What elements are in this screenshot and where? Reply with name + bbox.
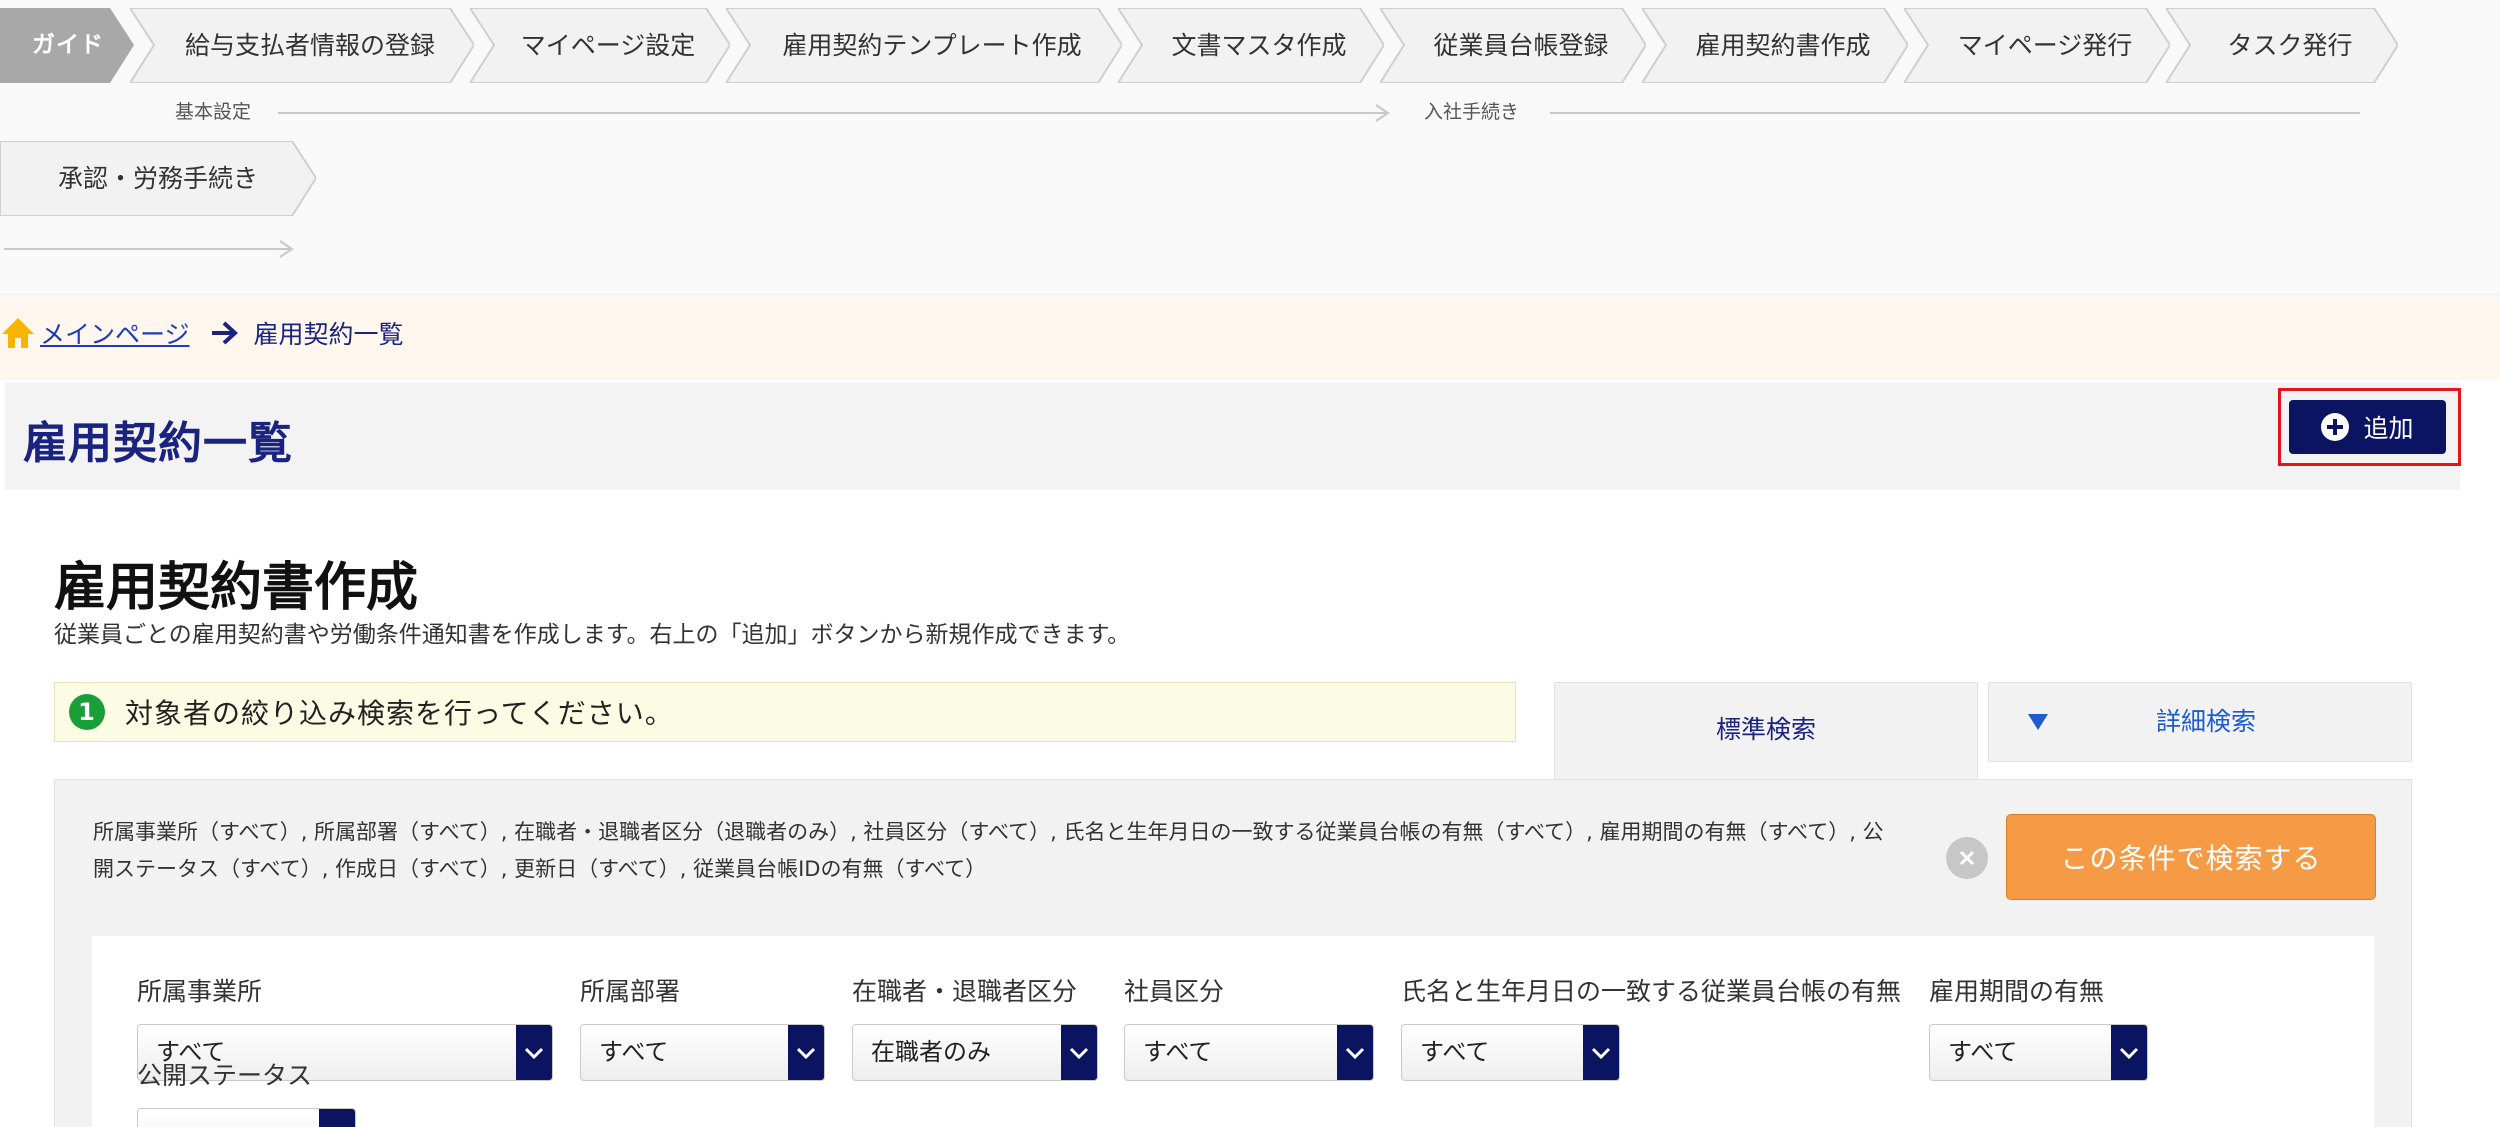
guide-step-contract-template[interactable]: 雇用契約テンプレート作成 [726, 8, 1122, 83]
filter-label: 在職者・退職者区分 [852, 977, 1078, 1006]
filter-label: 氏名と生年月日の一致する従業員台帳の有無 [1401, 977, 1902, 1006]
guide-badge: ガイド [0, 8, 134, 83]
guide-step-label: マイページ設定 [520, 31, 696, 60]
guide-step-label: 従業員台帳登録 [1433, 31, 1609, 60]
tab-detail-label: 詳細検索 [2155, 707, 2256, 736]
home-icon[interactable] [0, 316, 36, 350]
filter-label: 所属部署 [580, 977, 681, 1006]
phase-line [278, 112, 1386, 114]
filter-label: 社員区分 [1124, 977, 1225, 1006]
section-description: 従業員ごとの雇用契約書や労働条件通知書を作成します。右上の「追加」ボタンから新規… [54, 622, 1131, 648]
chevron-down-icon [788, 1025, 824, 1080]
phase-arrow-icon [1375, 104, 1390, 122]
guide-step-label: マイページ発行 [1957, 31, 2133, 60]
filter-label: 雇用期間の有無 [1929, 977, 2105, 1006]
add-button-label: 追加 [2363, 414, 2414, 443]
select-value: すべて [1948, 1038, 2018, 1066]
chevron-down-icon [516, 1025, 552, 1080]
guide-step-label: タスク発行 [2227, 31, 2353, 60]
filter-label: 公開ステータス [137, 1061, 313, 1090]
department-select[interactable]: すべて [580, 1024, 825, 1081]
guide-steps-row-1: ガイド 給与支払者情報の登録 マイページ設定 雇用契約テンプレート作成 文書マス… [0, 8, 2398, 83]
breadcrumb-home-link[interactable]: メインページ [40, 315, 190, 351]
phase-arrow-icon [279, 240, 294, 258]
page-header: 雇用契約一覧 [5, 383, 2460, 490]
tab-detail-search[interactable]: 詳細検索 [1988, 682, 2412, 762]
arrow-right-icon [211, 321, 238, 344]
breadcrumb-area: メインページ 雇用契約一覧 [0, 295, 2500, 380]
guide-step-payer-registration[interactable]: 給与支払者情報の登録 [130, 8, 474, 83]
select-value: すべて [1420, 1038, 1490, 1066]
guide-step-label: 給与支払者情報の登録 [184, 31, 435, 60]
add-button[interactable]: 追加 [2289, 400, 2446, 454]
guide-step-label: 雇用契約テンプレート作成 [782, 31, 1082, 60]
search-hint: 1 対象者の絞り込み検索を行ってください。 [54, 682, 1516, 742]
search-panel: 所属事業所（すべて）, 所属部署（すべて）, 在職者・退職者区分（退職者のみ）,… [54, 779, 2412, 1127]
phase-basic-and-onboarding: 基本設定 入社手続き [0, 97, 2400, 127]
employment-status-select[interactable]: 在職者のみ [852, 1024, 1098, 1081]
employment-period-select[interactable]: すべて [1929, 1024, 2148, 1081]
select-value: 在職者のみ [871, 1038, 991, 1066]
phase-label-basic: 基本設定 [175, 101, 252, 123]
phase-label-onboarding: 入社手続き [1424, 101, 1520, 123]
chevron-down-icon [319, 1109, 355, 1127]
section-title: 雇用契約書作成 [54, 558, 419, 618]
page-title: 雇用契約一覧 [23, 418, 293, 469]
search-submit-button[interactable]: この条件で検索する [2006, 814, 2376, 900]
guide-step-label: 承認・労務手続き [57, 164, 258, 193]
chevron-down-icon [1337, 1025, 1373, 1080]
guide-step-approval[interactable]: 承認・労務手続き [0, 141, 316, 216]
select-value: すべて [599, 1038, 669, 1066]
chevron-down-icon [2111, 1025, 2147, 1080]
close-icon [1959, 850, 1975, 866]
guide-step-document-master[interactable]: 文書マスタ作成 [1118, 8, 1384, 83]
phase-approval [0, 233, 320, 263]
breadcrumb-current: 雇用契約一覧 [253, 319, 404, 349]
search-conditions-summary: 所属事業所（すべて）, 所属部署（すべて）, 在職者・退職者区分（退職者のみ）,… [93, 820, 1884, 881]
guide-step-employee-ledger[interactable]: 従業員台帳登録 [1380, 8, 1646, 83]
tab-standard-search[interactable]: 標準検索 [1554, 682, 1978, 780]
filter-box: 所属事業所 すべて 所属部署 すべて 在職者・退職者区分 在職者のみ 社員区分 … [92, 936, 2374, 1127]
clear-conditions-button[interactable] [1946, 837, 1988, 879]
filter-label: 所属事業所 [137, 977, 263, 1006]
ledger-match-select[interactable]: すべて [1401, 1024, 1620, 1081]
guide-step-contract-creation[interactable]: 雇用契約書作成 [1642, 8, 1908, 83]
add-button-highlight: 追加 [2278, 388, 2461, 466]
chevron-down-icon [1061, 1025, 1097, 1080]
guide-step-task-issue[interactable]: タスク発行 [2166, 8, 2398, 83]
guide-steps-row-2: 承認・労務手続き [0, 141, 316, 216]
guide-step-label: 文書マスタ作成 [1171, 31, 1347, 60]
guide-area: ガイド 給与支払者情報の登録 マイページ設定 雇用契約テンプレート作成 文書マス… [0, 0, 2500, 295]
phase-line [4, 248, 290, 250]
phase-line [1550, 112, 2360, 114]
guide-badge-label: ガイド [32, 32, 104, 58]
search-hint-text: 対象者の絞り込み検索を行ってください。 [125, 697, 674, 730]
breadcrumb: メインページ 雇用契約一覧 [0, 295, 404, 370]
plus-circle-icon [2321, 413, 2350, 441]
select-value: すべて [1143, 1038, 1213, 1066]
publish-status-select[interactable] [137, 1108, 356, 1127]
guide-step-mypage-issue[interactable]: マイページ発行 [1904, 8, 2170, 83]
guide-step-mypage-settings[interactable]: マイページ設定 [470, 8, 730, 83]
guide-step-label: 雇用契約書作成 [1695, 31, 1871, 60]
step-number-badge: 1 [69, 694, 105, 730]
employee-type-select[interactable]: すべて [1124, 1024, 1374, 1081]
chevron-down-icon [1583, 1025, 1619, 1080]
